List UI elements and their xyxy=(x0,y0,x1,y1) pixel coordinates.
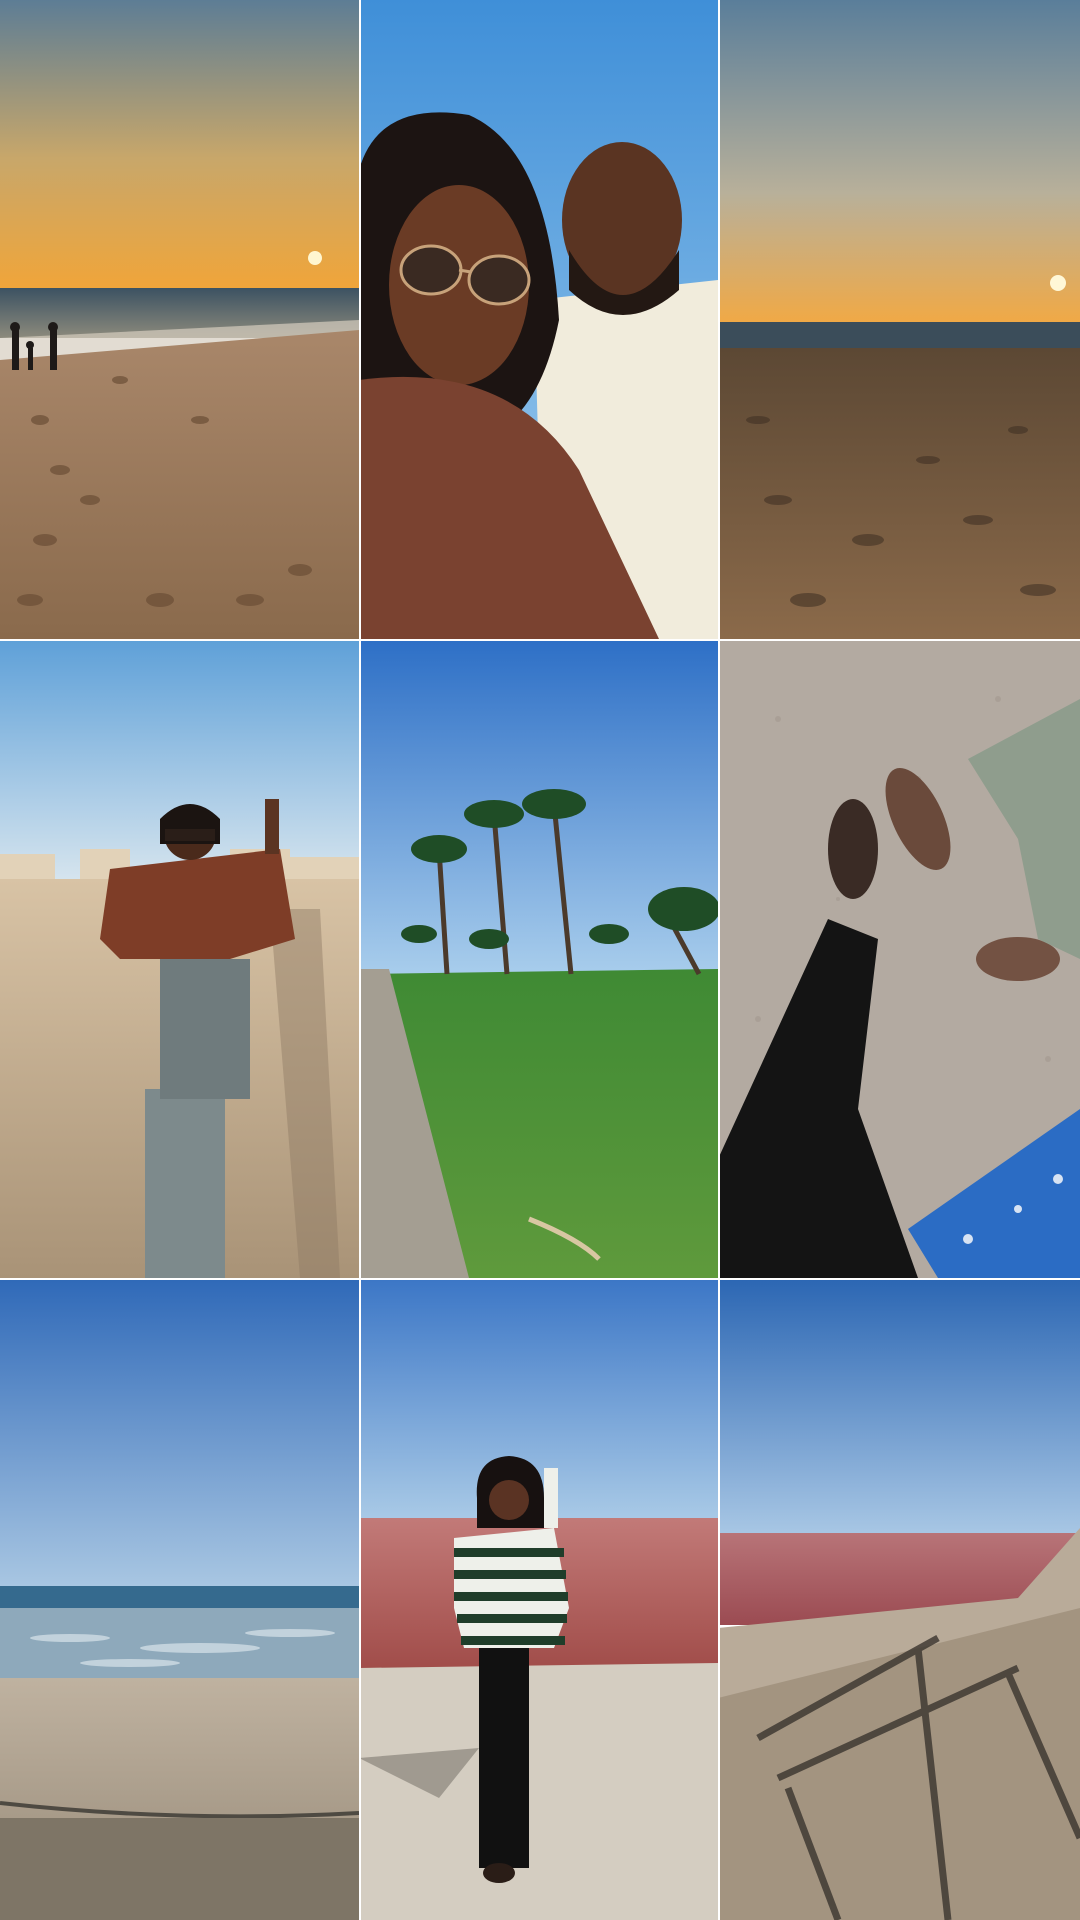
grid-divider xyxy=(0,639,1080,641)
photo-pink-lagoon-rocks[interactable] xyxy=(718,1278,1080,1920)
photo-beach-sunset-sand[interactable] xyxy=(718,0,1080,639)
photo-collage xyxy=(0,0,1080,1920)
photo-palm-trees-park[interactable] xyxy=(359,639,718,1278)
grid-divider xyxy=(718,0,720,1920)
photo-beach-sunset-footprints[interactable] xyxy=(0,0,359,639)
photo-woman-peace-sign-beach[interactable] xyxy=(0,639,359,1278)
photo-couple-selfie[interactable] xyxy=(359,0,718,639)
photo-woman-pink-lagoon[interactable] xyxy=(359,1278,718,1920)
photo-beach-blue-sky[interactable] xyxy=(0,1278,359,1920)
photo-legs-on-bench[interactable] xyxy=(718,639,1080,1278)
grid-divider xyxy=(359,0,361,1920)
grid-divider xyxy=(0,1278,1080,1280)
